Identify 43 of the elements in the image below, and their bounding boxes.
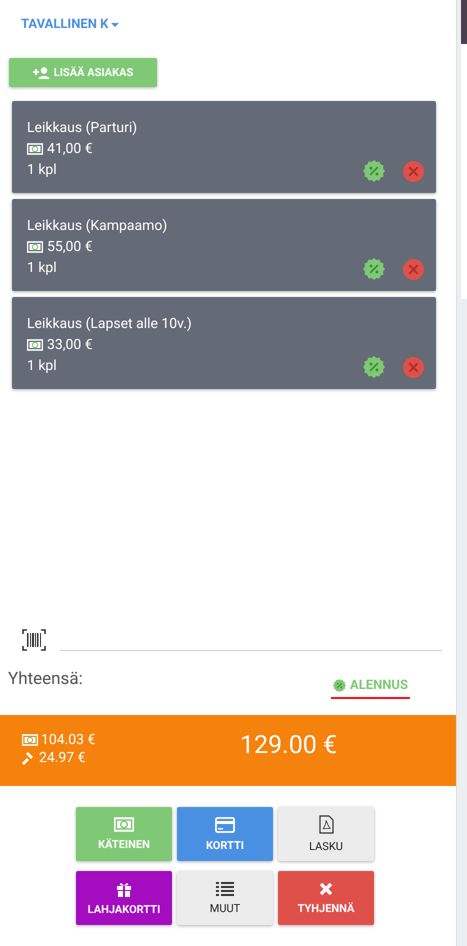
payment-button[interactable]: KÄTEINEN [76,807,172,861]
remove-icon[interactable] [403,258,424,280]
item-price: 33,00 € [47,336,93,352]
banknote-icon [27,142,43,154]
list-icon [216,882,234,896]
tax-amount: 24.97 € [39,750,86,766]
total-amount: 129.00 € [240,731,338,762]
gavel-icon [22,751,36,765]
net-amount: 104.03 € [41,732,96,748]
remove-icon[interactable] [403,356,424,378]
remove-icon[interactable] [403,160,424,182]
payment-button[interactable]: LASKU [278,807,374,861]
total-label: Yhteensä: [8,669,83,689]
discount-button[interactable]: ALENNUS [331,677,410,699]
barcode-icon[interactable] [22,629,46,651]
item-quantity: 1 kpl [27,358,57,374]
caret-icon [111,22,120,26]
item-price: 41,00 € [47,140,93,156]
item-name: Leikkaus (Parturi) [27,120,138,136]
banknote-icon [114,817,134,832]
close-icon [319,882,333,896]
pdf-file-icon [318,815,334,834]
customer-type-dropdown[interactable]: TAVALLINEN K [21,17,120,32]
item-name: Leikkaus (Kampaamo) [27,218,168,234]
banknote-icon [27,338,43,350]
credit-card-icon [215,816,235,832]
banknote-icon [27,240,43,252]
discount-icon[interactable] [333,679,346,692]
gift-icon [116,880,132,896]
payment-button[interactable]: KORTTI [177,807,273,861]
payment-button[interactable]: LAHJAKORTTI [76,871,172,925]
discount-icon[interactable] [363,258,385,280]
banknote-icon [22,734,38,746]
payment-button[interactable]: MUUT [177,871,273,925]
discount-icon[interactable] [363,160,385,182]
discount-icon[interactable] [363,356,385,378]
payment-button[interactable]: TYHJENNÄ [278,871,374,925]
item-name: Leikkaus (Lapset alle 10v.) [27,316,192,332]
item-price: 55,00 € [47,238,93,254]
add-customer-button[interactable]: LISÄÄ ASIAKAS [9,58,157,87]
add-person-icon [32,66,50,78]
item-quantity: 1 kpl [27,260,57,276]
item-quantity: 1 kpl [27,162,57,178]
